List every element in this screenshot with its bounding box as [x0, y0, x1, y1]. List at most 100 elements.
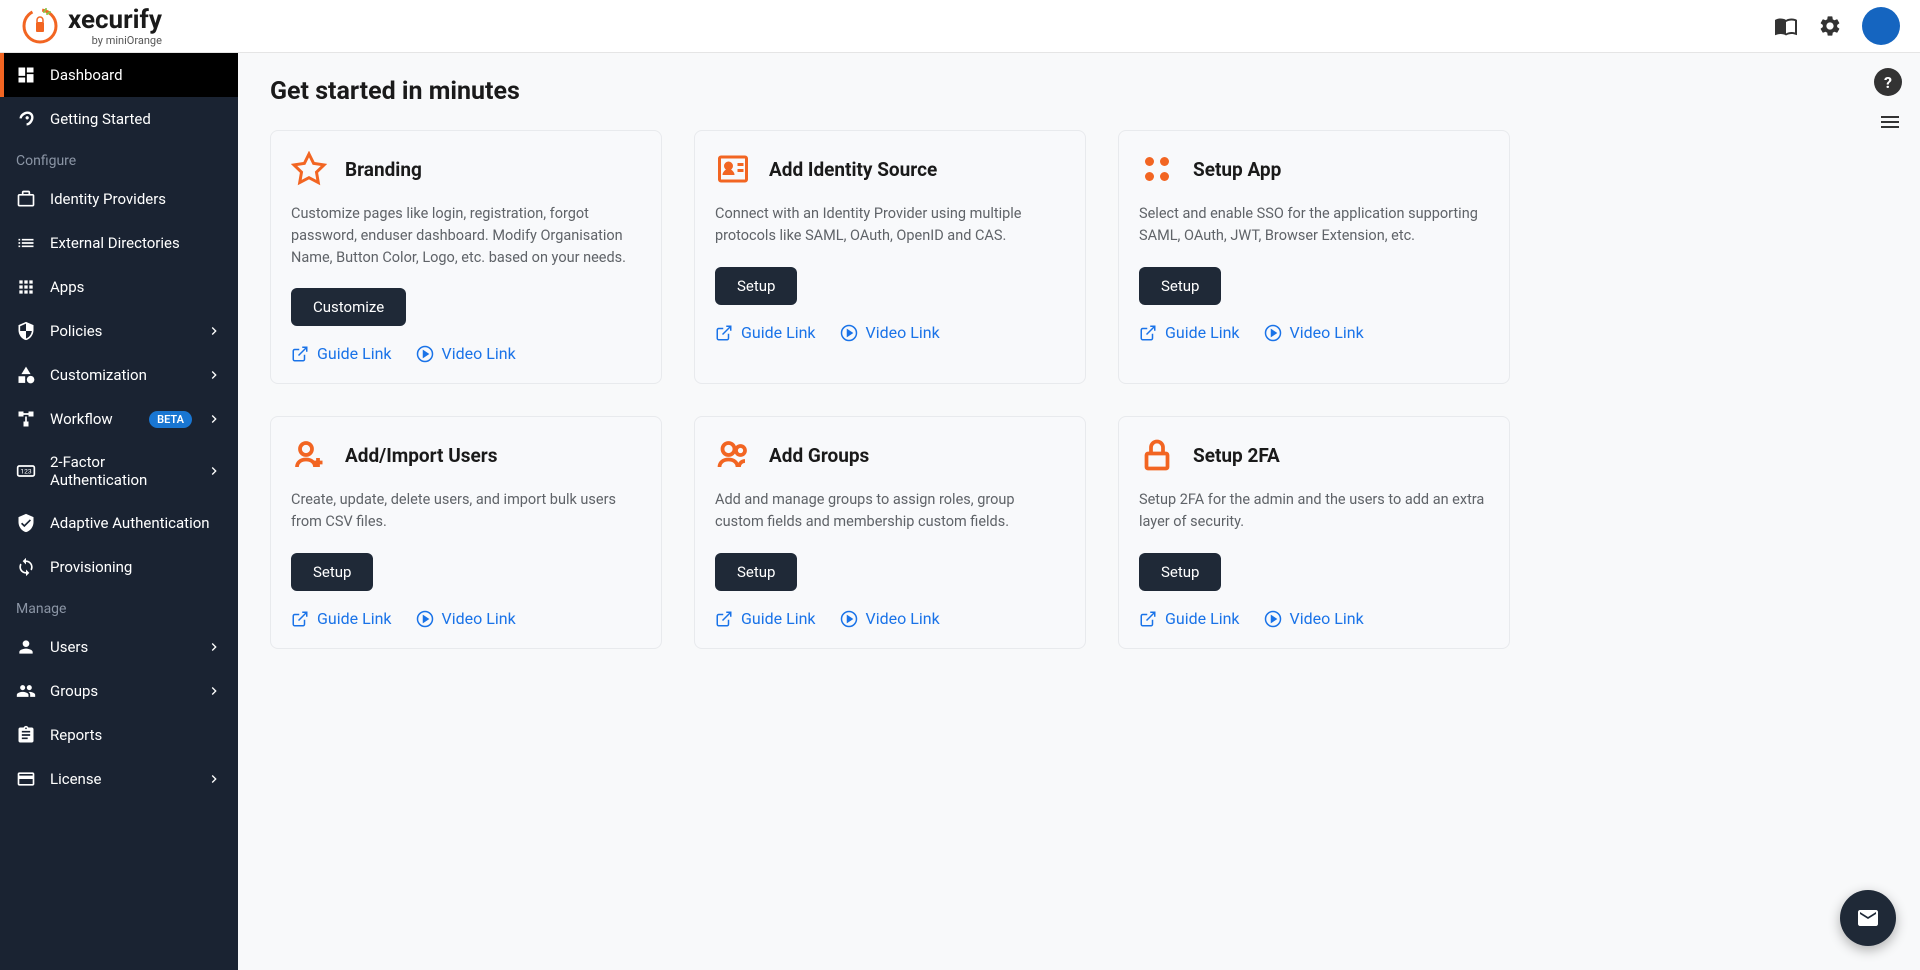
setup-button[interactable]: Setup — [291, 553, 373, 591]
license-icon — [16, 769, 36, 789]
guide-link-label: Guide Link — [1165, 323, 1240, 342]
guide-link[interactable]: Guide Link — [1139, 609, 1240, 628]
mail-fab[interactable] — [1840, 890, 1896, 946]
directories-icon — [16, 233, 36, 253]
cards-grid: Branding Customize pages like login, reg… — [270, 130, 1510, 649]
sidebar-item-reports[interactable]: Reports — [0, 713, 238, 757]
beta-badge: BETA — [149, 411, 192, 428]
workflow-icon — [16, 409, 36, 429]
sidebar-item-external-directories[interactable]: External Directories — [0, 221, 238, 265]
sidebar-item-provisioning[interactable]: Provisioning — [0, 545, 238, 589]
chevron-right-icon — [206, 411, 222, 427]
video-link[interactable]: Video Link — [1264, 609, 1364, 628]
sidebar-item-identity-providers[interactable]: Identity Providers — [0, 177, 238, 221]
card-header: Branding — [291, 151, 641, 187]
sidebar-item-policies[interactable]: Policies — [0, 309, 238, 353]
user-add-icon — [291, 437, 327, 473]
sidebar-item-label: Reports — [50, 726, 222, 744]
sidebar-item-2fa[interactable]: 123 2-Factor Authentication — [0, 441, 238, 501]
video-link-label: Video Link — [866, 609, 940, 628]
setup-button[interactable]: Setup — [1139, 553, 1221, 591]
setup-button[interactable]: Setup — [1139, 267, 1221, 305]
card-links: Guide Link Video Link — [291, 344, 641, 363]
sidebar-item-dashboard[interactable]: Dashboard — [0, 53, 238, 97]
guide-link-label: Guide Link — [741, 323, 816, 342]
video-link[interactable]: Video Link — [416, 344, 516, 363]
rocket-icon — [16, 109, 36, 129]
guide-link-label: Guide Link — [741, 609, 816, 628]
video-link-label: Video Link — [442, 344, 516, 363]
card-title: Setup 2FA — [1193, 444, 1280, 467]
groups-icon — [16, 681, 36, 701]
header-actions — [1774, 7, 1900, 45]
sidebar-item-apps[interactable]: Apps — [0, 265, 238, 309]
sidebar-item-label: Customization — [50, 366, 192, 384]
sidebar-item-label: Adaptive Authentication — [50, 514, 222, 532]
sidebar-item-getting-started[interactable]: Getting Started — [0, 97, 238, 141]
guide-link[interactable]: Guide Link — [291, 609, 392, 628]
card-description: Add and manage groups to assign roles, g… — [715, 489, 1065, 533]
sidebar-item-label: Provisioning — [50, 558, 222, 576]
card-title: Add/Import Users — [345, 444, 497, 467]
card-setup-2fa: Setup 2FA Setup 2FA for the admin and th… — [1118, 416, 1510, 649]
play-circle-icon — [416, 345, 434, 363]
guide-link[interactable]: Guide Link — [1139, 323, 1240, 342]
setup-button[interactable]: Setup — [715, 553, 797, 591]
sidebar-item-customization[interactable]: Customization — [0, 353, 238, 397]
card-links: Guide Link Video Link — [715, 609, 1065, 628]
page-title: Get started in minutes — [270, 77, 1888, 106]
help-button[interactable]: ? — [1874, 68, 1902, 96]
play-circle-icon — [1264, 610, 1282, 628]
card-title: Branding — [345, 158, 422, 181]
sidebar-item-workflow[interactable]: Workflow BETA — [0, 397, 238, 441]
logo-name: xecurify — [68, 7, 162, 33]
customize-button[interactable]: Customize — [291, 288, 406, 326]
2fa-icon: 123 — [16, 461, 36, 481]
external-link-icon — [291, 345, 309, 363]
id-card-icon — [715, 151, 751, 187]
sidebar-item-label: Users — [50, 638, 192, 656]
sidebar-item-label: License — [50, 770, 192, 788]
sidebar-item-label: Policies — [50, 322, 192, 340]
card-header: Setup App — [1139, 151, 1489, 187]
video-link-label: Video Link — [1290, 323, 1364, 342]
video-link[interactable]: Video Link — [1264, 323, 1364, 342]
guide-link[interactable]: Guide Link — [291, 344, 392, 363]
shield-check-icon — [16, 513, 36, 533]
guide-link[interactable]: Guide Link — [715, 609, 816, 628]
card-import-users: Add/Import Users Create, update, delete … — [270, 416, 662, 649]
card-description: Connect with an Identity Provider using … — [715, 203, 1065, 247]
external-link-icon — [715, 610, 733, 628]
menu-toggle-button[interactable] — [1878, 110, 1902, 138]
user-icon — [16, 637, 36, 657]
sidebar-item-label: 2-Factor Authentication — [50, 453, 192, 489]
guide-link-label: Guide Link — [1165, 609, 1240, 628]
sidebar-item-adaptive-auth[interactable]: Adaptive Authentication — [0, 501, 238, 545]
logo[interactable]: xecurify by miniOrange — [20, 6, 162, 46]
video-link[interactable]: Video Link — [840, 609, 940, 628]
video-link-label: Video Link — [1290, 609, 1364, 628]
idp-icon — [16, 189, 36, 209]
sidebar-item-label: Identity Providers — [50, 190, 222, 208]
video-link[interactable]: Video Link — [416, 609, 516, 628]
star-icon — [291, 151, 327, 187]
avatar[interactable] — [1862, 7, 1900, 45]
guide-link[interactable]: Guide Link — [715, 323, 816, 342]
sidebar-item-groups[interactable]: Groups — [0, 669, 238, 713]
card-add-groups: Add Groups Add and manage groups to assi… — [694, 416, 1086, 649]
video-link-label: Video Link — [866, 323, 940, 342]
setup-button[interactable]: Setup — [715, 267, 797, 305]
settings-icon[interactable] — [1818, 14, 1842, 38]
policies-icon — [16, 321, 36, 341]
card-title: Add Identity Source — [769, 158, 937, 181]
book-icon[interactable] — [1774, 14, 1798, 38]
sidebar-item-users[interactable]: Users — [0, 625, 238, 669]
video-link[interactable]: Video Link — [840, 323, 940, 342]
sync-icon — [16, 557, 36, 577]
play-circle-icon — [416, 610, 434, 628]
logo-subtitle: by miniOrange — [68, 35, 162, 46]
header: xecurify by miniOrange — [0, 0, 1920, 53]
card-links: Guide Link Video Link — [1139, 323, 1489, 342]
menu-icon — [1878, 110, 1902, 134]
sidebar-item-license[interactable]: License — [0, 757, 238, 801]
